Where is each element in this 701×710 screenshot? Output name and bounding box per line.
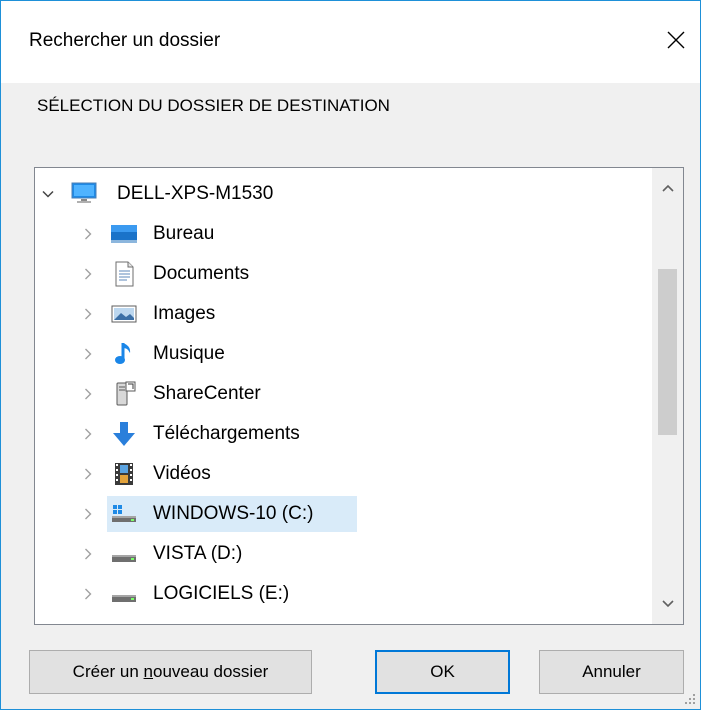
expand-arrow[interactable]	[81, 587, 95, 601]
chevron-right-icon	[85, 508, 92, 520]
system-drive-icon	[112, 505, 136, 522]
tree-item-telechargements[interactable]: Téléchargements	[35, 416, 651, 452]
chevron-right-icon	[85, 468, 92, 480]
expand-arrow[interactable]	[81, 387, 95, 401]
dialog-title: Rechercher un dossier	[29, 30, 221, 51]
browse-folder-dialog: Rechercher un dossier SÉLECTION DU DOSSI…	[0, 0, 701, 710]
tree-item-images[interactable]: Images	[35, 296, 651, 332]
chevron-right-icon	[85, 588, 92, 600]
instruction-text: SÉLECTION DU DOSSIER DE DESTINATION	[37, 96, 390, 115]
music-icon	[115, 343, 131, 364]
tree-item-label: VISTA (D:)	[153, 543, 243, 564]
tree-item-label: Documents	[153, 263, 250, 284]
tree-item-label: WINDOWS-10 (C:)	[153, 503, 314, 524]
network-share-icon	[116, 381, 136, 406]
chevron-right-icon	[85, 308, 92, 320]
tree-item-musique[interactable]: Musique	[35, 336, 651, 372]
tree-item-label: ShareCenter	[153, 383, 261, 404]
expand-arrow[interactable]	[81, 227, 95, 241]
drive-icon	[112, 555, 136, 562]
scrollbar-thumb[interactable]	[658, 269, 677, 435]
expand-arrow[interactable]	[81, 427, 95, 441]
tree-item-vista[interactable]: VISTA (D:)	[35, 536, 651, 572]
chevron-right-icon	[85, 228, 92, 240]
tree-item-sharecenter[interactable]: ShareCenter	[35, 376, 651, 412]
videos-icon	[115, 463, 133, 485]
tree-item-windows-10[interactable]: WINDOWS-10 (C:)	[35, 496, 651, 532]
tree-item-label: Images	[153, 303, 216, 324]
expand-arrow[interactable]	[81, 307, 95, 321]
expand-arrow[interactable]	[81, 507, 95, 521]
expand-arrow[interactable]	[81, 267, 95, 281]
close-icon	[667, 31, 685, 49]
vertical-scrollbar[interactable]	[652, 168, 683, 624]
new-folder-label: Créer un nouveau dossier	[72, 662, 269, 681]
tree-root-item[interactable]: DELL-XPS-M1530	[35, 176, 651, 212]
tree-item-label: Vidéos	[153, 463, 211, 484]
computer-icon	[71, 182, 97, 203]
folder-tree[interactable]: DELL-XPS-M1530 Bureau Documents Images M…	[34, 167, 684, 625]
chevron-right-icon	[85, 268, 92, 280]
drive-icon	[112, 595, 136, 602]
new-folder-button[interactable]: Créer un nouveau dossier	[29, 650, 312, 694]
chevron-right-icon	[85, 388, 92, 400]
tree-item-bureau[interactable]: Bureau	[35, 216, 651, 252]
tree-item-videos[interactable]: Vidéos	[35, 456, 651, 492]
tree-item-logiciels[interactable]: LOGICIELS (E:)	[35, 576, 651, 612]
chevron-down-icon	[661, 600, 674, 608]
tree-item-label: Bureau	[153, 223, 215, 244]
tree-item-label: Téléchargements	[153, 423, 300, 444]
ok-button[interactable]: OK	[375, 650, 510, 694]
tree-item-documents[interactable]: Documents	[35, 256, 651, 292]
scroll-down-button[interactable]	[652, 584, 683, 624]
desktop-folder-icon	[111, 225, 137, 243]
cancel-button[interactable]: Annuler	[539, 650, 684, 694]
chevron-right-icon	[85, 428, 92, 440]
expand-arrow[interactable]	[81, 547, 95, 561]
chevron-right-icon	[85, 548, 92, 560]
chevron-right-icon	[85, 348, 92, 360]
expand-arrow[interactable]	[81, 467, 95, 481]
scroll-up-button[interactable]	[652, 168, 683, 208]
title-bar: Rechercher un dossier	[1, 1, 700, 83]
chevron-up-icon	[661, 184, 674, 192]
downloads-icon	[113, 422, 135, 446]
tree-item-label: Musique	[153, 343, 225, 364]
resize-grip-icon[interactable]	[683, 692, 697, 706]
pictures-icon	[111, 305, 137, 323]
expand-arrow[interactable]	[81, 347, 95, 361]
tree-item-label: LOGICIELS (E:)	[153, 583, 290, 604]
close-button[interactable]	[652, 15, 700, 65]
chevron-down-icon	[42, 190, 54, 198]
expand-arrow[interactable]	[41, 187, 55, 201]
tree-item-label: DELL-XPS-M1530	[117, 183, 274, 204]
documents-icon	[115, 261, 134, 287]
